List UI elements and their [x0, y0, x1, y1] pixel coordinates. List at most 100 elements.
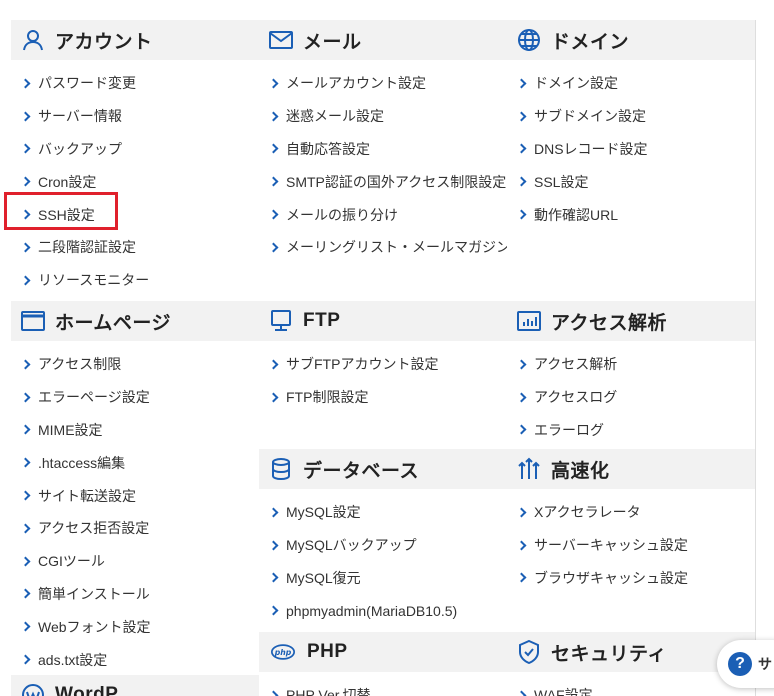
php-menu: PHP Ver.切替: [259, 672, 507, 696]
menu-item-error-log[interactable]: エラーログ: [507, 414, 755, 447]
section-database-title: データベース: [303, 460, 420, 482]
menu-item-mysql-restore[interactable]: MySQL復元: [259, 562, 507, 595]
menu-item-verify-url[interactable]: 動作確認URL: [507, 198, 755, 231]
menu-item-access-deny[interactable]: アクセス拒否設定: [11, 512, 259, 545]
globe-icon: [517, 28, 541, 52]
menu-item-ssl[interactable]: SSL設定: [507, 165, 755, 198]
ssh-highlight-box: [4, 192, 118, 230]
menu-item-mail-account[interactable]: メールアカウント設定: [259, 67, 507, 100]
section-homepage-header: ホームページ: [11, 301, 259, 341]
chevron-right-icon: [20, 654, 31, 665]
section-homepage-title: ホームページ: [55, 312, 172, 334]
chevron-right-icon: [20, 457, 31, 468]
menu-item-spam[interactable]: 迷惑メール設定: [259, 100, 507, 133]
chevron-right-icon: [20, 78, 31, 89]
menu-item-subdomain[interactable]: サブドメイン設定: [507, 100, 755, 133]
help-button[interactable]: ? サ: [717, 640, 774, 688]
chevron-right-icon: [20, 242, 31, 253]
menu-item-error-page[interactable]: エラーページ設定: [11, 381, 259, 414]
section-wordpress-title: WordP: [55, 684, 119, 696]
menu-item-ftp-restriction[interactable]: FTP制限設定: [259, 381, 507, 414]
chevron-right-icon: [516, 144, 527, 154]
section-account-header: アカウント: [11, 20, 259, 60]
section-domain-header: ドメイン: [507, 20, 755, 60]
menu-item-waf[interactable]: WAF設定: [507, 679, 755, 696]
menu-item-easy-install[interactable]: 簡単インストール: [11, 578, 259, 611]
menu-item-htaccess[interactable]: .htaccess編集: [11, 446, 259, 479]
section-analytics: アクセス解析 アクセス解析 アクセスログ エラーログ: [507, 301, 756, 450]
menu-item-backup[interactable]: バックアップ: [11, 133, 259, 166]
chevron-right-icon: [268, 507, 279, 518]
shield-check-icon: [517, 640, 541, 664]
chevron-right-icon: [20, 425, 31, 435]
menu-item-auto-reply[interactable]: 自動応答設定: [259, 133, 507, 166]
chevron-right-icon: [268, 392, 279, 403]
menu-item-mysql[interactable]: MySQL設定: [259, 496, 507, 529]
menu-item-php-version[interactable]: PHP Ver.切替: [259, 679, 507, 696]
section-speed-title: 高速化: [551, 460, 610, 482]
menu-item-mail-filter[interactable]: メールの振り分け: [259, 198, 507, 231]
help-label: サ: [758, 656, 772, 672]
menu-item-ads-txt[interactable]: ads.txt設定: [11, 643, 259, 676]
menu-item-mysql-backup[interactable]: MySQLバックアップ: [259, 529, 507, 562]
section-mail-title: メール: [303, 31, 362, 53]
menu-item-password[interactable]: パスワード変更: [11, 67, 259, 100]
security-menu: WAF設定: [507, 672, 755, 696]
chevron-right-icon: [268, 605, 279, 616]
menu-item-access-log[interactable]: アクセスログ: [507, 381, 755, 414]
menu-item-phpmyadmin[interactable]: phpmyadmin(MariaDB10.5): [259, 594, 507, 627]
speed-arrows-icon: [517, 457, 541, 481]
chevron-right-icon: [268, 690, 279, 696]
section-wordpress: WordP: [11, 675, 260, 696]
menu-item-dns-record[interactable]: DNSレコード設定: [507, 133, 755, 166]
chevron-right-icon: [516, 78, 527, 89]
chevron-right-icon: [516, 507, 527, 518]
ftp-menu: サブFTPアカウント設定 FTP制限設定: [259, 341, 507, 414]
section-domain: ドメイン ドメイン設定 サブドメイン設定 DNSレコード設定 SSL設定 動作確…: [507, 20, 756, 302]
section-speed-header: 高速化: [507, 449, 755, 489]
chevron-right-icon: [516, 540, 527, 551]
chevron-right-icon: [516, 573, 527, 583]
menu-item-smtp-foreign[interactable]: SMTP認証の国外アクセス制限設定: [259, 165, 507, 198]
menu-item-mailing-list[interactable]: メーリングリスト・メールマガジン: [259, 231, 510, 264]
menu-item-server-cache[interactable]: サーバーキャッシュ設定: [507, 529, 755, 562]
section-ftp-title: FTP: [303, 310, 341, 331]
browser-window-icon: [21, 309, 45, 333]
section-security-title: セキュリティ: [551, 643, 667, 665]
chevron-right-icon: [20, 176, 31, 187]
menu-item-web-font[interactable]: Webフォント設定: [11, 610, 259, 643]
chevron-right-icon: [20, 490, 31, 501]
chevron-right-icon: [268, 78, 279, 89]
chevron-right-icon: [516, 690, 527, 696]
php-icon: php: [269, 640, 297, 664]
chevron-right-icon: [20, 392, 31, 403]
section-wordpress-header: WordP: [11, 675, 259, 696]
user-icon: [21, 28, 45, 52]
menu-item-access-restriction[interactable]: アクセス制限: [11, 348, 259, 381]
chevron-right-icon: [268, 209, 279, 220]
section-analytics-title: アクセス解析: [551, 312, 668, 334]
chevron-right-icon: [516, 425, 527, 435]
database-icon: [269, 457, 293, 481]
chevron-right-icon: [268, 540, 279, 551]
menu-item-2fa[interactable]: 二段階認証設定: [11, 231, 259, 264]
menu-item-x-accelerator[interactable]: Xアクセラレータ: [507, 496, 755, 529]
database-menu: MySQL設定 MySQLバックアップ MySQL復元 phpmyadmin(M…: [259, 489, 507, 627]
section-database-header: データベース: [259, 449, 507, 489]
mail-icon: [269, 28, 293, 52]
menu-item-mime[interactable]: MIME設定: [11, 414, 259, 447]
chevron-right-icon: [20, 111, 31, 122]
menu-item-cgi-tools[interactable]: CGIツール: [11, 545, 259, 578]
menu-item-site-redirect[interactable]: サイト転送設定: [11, 479, 259, 512]
section-php-title: PHP: [307, 641, 348, 662]
menu-item-access-analytics[interactable]: アクセス解析: [507, 348, 755, 381]
section-database: データベース MySQL設定 MySQLバックアップ MySQL復元 phpmy…: [259, 449, 508, 633]
section-mail-header: メール: [259, 20, 507, 60]
menu-item-browser-cache[interactable]: ブラウザキャッシュ設定: [507, 562, 755, 595]
menu-item-domain[interactable]: ドメイン設定: [507, 67, 755, 100]
chevron-right-icon: [20, 359, 31, 370]
chevron-right-icon: [516, 176, 527, 187]
menu-item-resource-monitor[interactable]: リソースモニター: [11, 264, 259, 297]
menu-item-sub-ftp[interactable]: サブFTPアカウント設定: [259, 348, 507, 381]
menu-item-server-info[interactable]: サーバー情報: [11, 100, 259, 133]
